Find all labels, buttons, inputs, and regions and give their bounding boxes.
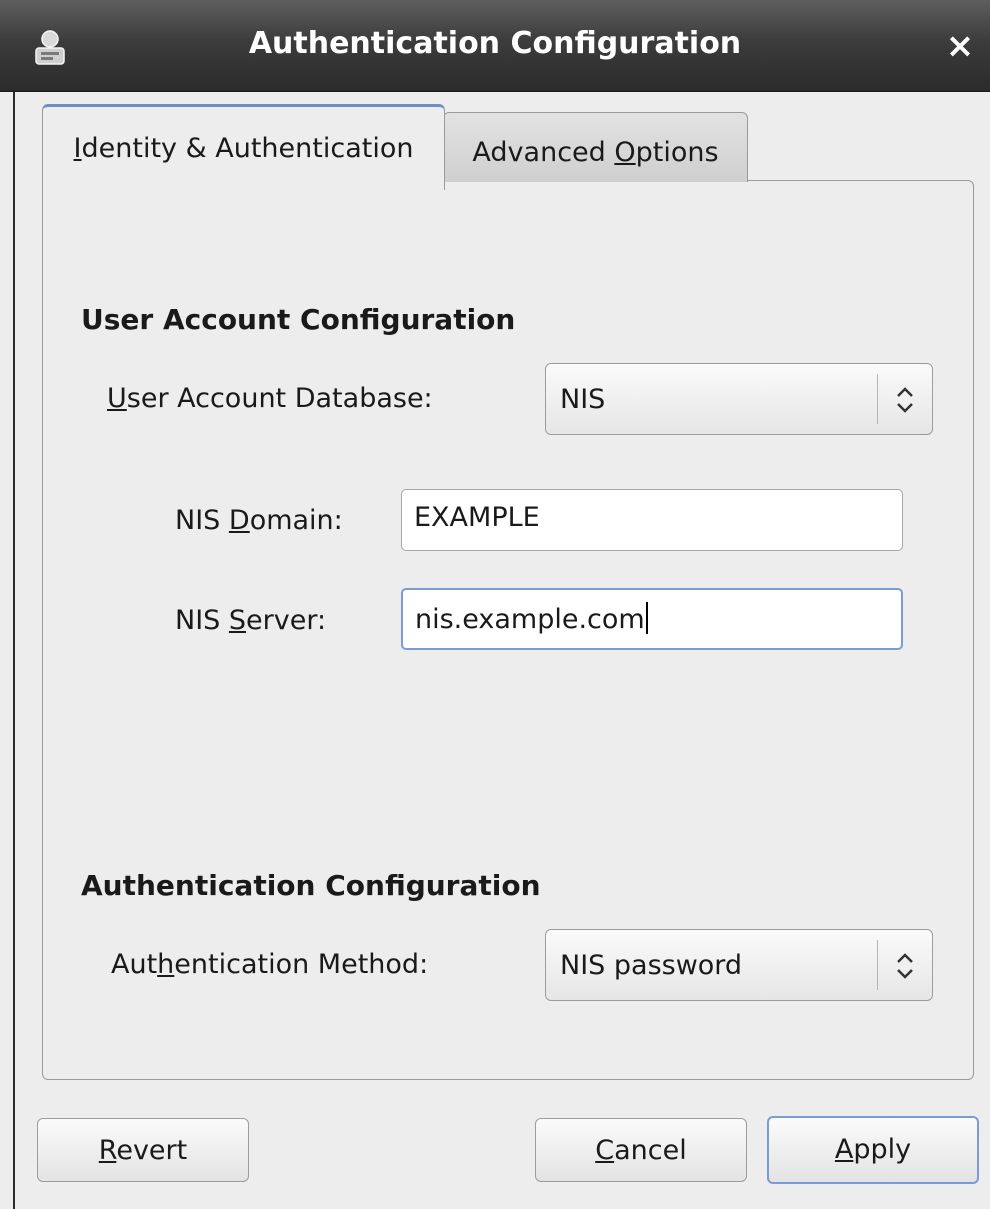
user-account-database-label: User Account Database: bbox=[107, 383, 433, 414]
nis-domain-label: NIS Domain: bbox=[175, 505, 343, 536]
nis-server-label: NIS Server: bbox=[175, 605, 326, 636]
label-post: omain: bbox=[249, 505, 343, 536]
tab-label-mnemonic: I bbox=[73, 133, 82, 164]
tab-label-mnemonic: O bbox=[614, 137, 636, 168]
label-post: entication Method: bbox=[174, 949, 429, 980]
combo-value: NIS bbox=[560, 384, 606, 415]
button-label-post: ancel bbox=[614, 1135, 687, 1166]
combo-value: NIS password bbox=[560, 950, 743, 981]
window-title: Authentication Configuration bbox=[248, 26, 742, 61]
nis-server-value: nis.example.com bbox=[415, 604, 645, 635]
label-mnemonic: U bbox=[107, 383, 127, 414]
cancel-button[interactable]: Cancel bbox=[535, 1118, 747, 1182]
close-icon[interactable]: × bbox=[944, 28, 976, 64]
tab-panel: User Account Configuration User Account … bbox=[42, 180, 974, 1080]
label-pre: NIS bbox=[175, 605, 229, 636]
label-pre: Aut bbox=[111, 949, 158, 980]
label-mnemonic: S bbox=[228, 605, 247, 636]
dialog-body: Identity & Authentication Advanced Optio… bbox=[13, 92, 990, 1209]
auth-config-window: Authentication Configuration × Identity … bbox=[0, 0, 990, 1209]
button-label-mnemonic: A bbox=[834, 1134, 854, 1165]
title-bar[interactable]: Authentication Configuration × bbox=[0, 0, 990, 92]
label-pre: NIS bbox=[175, 505, 229, 536]
tab-identity-authentication[interactable]: Identity & Authentication bbox=[42, 104, 445, 190]
label-post: ser Account Database: bbox=[126, 383, 433, 414]
label-mnemonic: D bbox=[228, 505, 250, 536]
button-label-post: pply bbox=[853, 1134, 912, 1165]
up-down-arrows-icon bbox=[897, 953, 913, 979]
label-post: erver: bbox=[246, 605, 327, 636]
user-account-section-title: User Account Configuration bbox=[81, 303, 516, 336]
label-mnemonic: h bbox=[157, 949, 175, 980]
tab-advanced-options[interactable]: Advanced Options bbox=[443, 112, 748, 182]
combo-separator bbox=[877, 940, 878, 990]
up-down-arrows-icon bbox=[897, 387, 913, 413]
tab-label-post: ptions bbox=[635, 137, 719, 168]
user-account-database-combo[interactable]: NIS bbox=[545, 363, 933, 435]
authentication-section-title: Authentication Configuration bbox=[81, 869, 541, 902]
button-label-mnemonic: R bbox=[98, 1135, 117, 1166]
authentication-method-combo[interactable]: NIS password bbox=[545, 929, 933, 1001]
revert-button[interactable]: Revert bbox=[37, 1118, 249, 1182]
nis-domain-field[interactable]: EXAMPLE bbox=[401, 489, 903, 551]
nis-domain-value: EXAMPLE bbox=[414, 502, 540, 533]
authentication-method-label: Authentication Method: bbox=[111, 949, 428, 980]
tab-label-pre: Advanced bbox=[472, 137, 615, 168]
combo-separator bbox=[877, 374, 878, 424]
text-caret bbox=[645, 602, 648, 634]
button-label-post: evert bbox=[116, 1135, 188, 1166]
button-label-mnemonic: C bbox=[595, 1135, 615, 1166]
nis-server-field[interactable]: nis.example.com bbox=[401, 588, 903, 650]
tab-label-post: dentity & Authentication bbox=[81, 133, 414, 164]
apply-button[interactable]: Apply bbox=[767, 1116, 979, 1184]
